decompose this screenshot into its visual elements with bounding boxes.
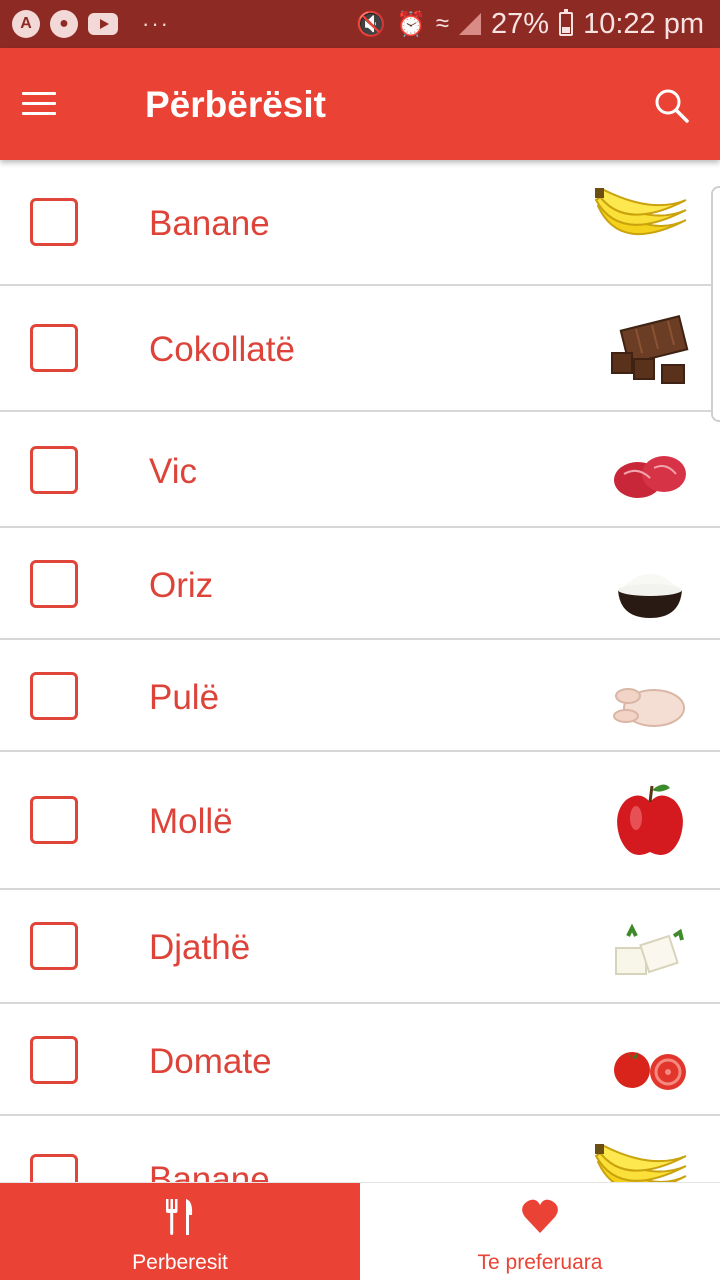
tab-te-preferuara[interactable]: Te preferuara (360, 1183, 720, 1280)
tab-label: Te preferuara (477, 1251, 603, 1274)
list-item[interactable]: Mollë (0, 752, 720, 890)
item-label: Vic (149, 452, 197, 491)
app-notification-icon: A (12, 10, 40, 38)
item-checkbox[interactable] (30, 198, 78, 246)
list-item[interactable]: Vic (0, 412, 720, 528)
item-label: Oriz (149, 566, 214, 605)
item-label: Domate (149, 1042, 272, 1081)
item-checkbox[interactable] (30, 446, 78, 494)
status-bar: A ● ··· 🔇 ⏰ ≈ 27% 10:22 pm (0, 0, 720, 48)
status-system: 🔇 ⏰ ≈ 27% 10:22 pm (356, 0, 704, 48)
ingredient-list: Banane Cokollatë Vic Oriz Pulë Mollë Dja… (0, 160, 720, 1182)
more-notifications-icon: ··· (142, 11, 170, 36)
menu-icon[interactable] (22, 92, 58, 116)
account-notification-icon: ● (50, 10, 78, 38)
heart-icon (522, 1199, 558, 1233)
fork-knife-icon (166, 1199, 193, 1235)
item-label: Pulë (149, 678, 220, 717)
list-item[interactable]: Pulë (0, 640, 720, 752)
tab-label: Perberesit (132, 1251, 228, 1274)
signal-icon (459, 13, 482, 35)
chocolate-icon (611, 315, 689, 384)
tab-perberesit[interactable]: Perberesit (0, 1183, 360, 1280)
item-checkbox[interactable] (30, 796, 78, 844)
bottom-navigation: Perberesit Te preferuara (0, 1182, 720, 1280)
list-item[interactable]: Oriz (0, 528, 720, 640)
page-title: Përbërësit (145, 84, 326, 125)
wifi-icon: ≈ (435, 10, 450, 37)
item-checkbox[interactable] (30, 922, 78, 970)
mute-icon: 🔇 (356, 10, 386, 38)
rice-bowl-icon (618, 574, 682, 618)
item-checkbox[interactable] (30, 1036, 78, 1084)
youtube-notification-icon (88, 13, 118, 35)
clock: 10:22 pm (583, 7, 704, 40)
list-item[interactable]: Banane (0, 160, 720, 286)
battery-icon (559, 9, 574, 36)
battery-percent: 27% (491, 7, 550, 40)
banana-icon (594, 1144, 687, 1182)
item-checkbox[interactable] (30, 324, 78, 372)
scrollbar-thumb[interactable] (711, 186, 720, 422)
app-bar: Përbërësit (0, 48, 720, 160)
chicken-icon (613, 688, 685, 727)
status-notifications: A ● ··· (0, 10, 170, 38)
alarm-icon: ⏰ (395, 10, 426, 38)
item-checkbox[interactable] (30, 672, 78, 720)
item-label: Mollë (149, 802, 233, 841)
cheese-icon (615, 923, 684, 975)
item-label: Banane (149, 204, 270, 243)
item-label: Cokollatë (149, 330, 295, 369)
item-checkbox[interactable] (30, 560, 78, 608)
list-item[interactable]: Cokollatë (0, 286, 720, 412)
item-label: Djathë (149, 928, 251, 967)
item-checkbox[interactable] (30, 1154, 78, 1182)
apple-icon (617, 784, 683, 855)
tomato-icon (614, 1052, 686, 1090)
beef-icon (614, 456, 686, 498)
list-item[interactable]: Domate (0, 1004, 720, 1116)
search-icon[interactable] (654, 88, 690, 124)
list-item[interactable]: Djathë (0, 890, 720, 1004)
item-label: Banane (149, 1160, 270, 1182)
list-item[interactable]: Banane (0, 1116, 720, 1182)
banana-icon (594, 188, 687, 235)
